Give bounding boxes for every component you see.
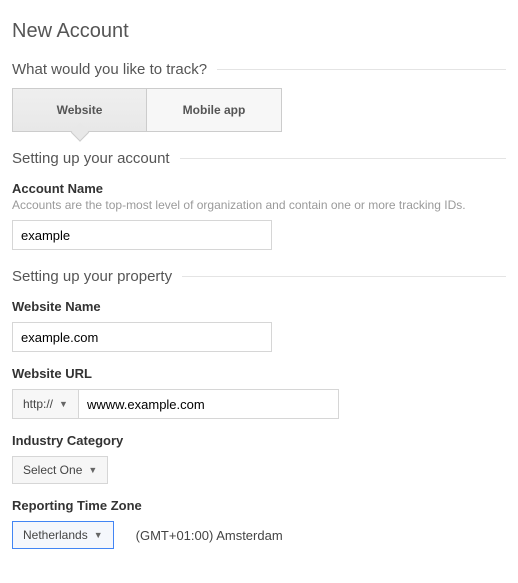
track-tabs: Website Mobile app [12,88,506,132]
chevron-down-icon: ▼ [94,530,103,540]
protocol-value: http:// [23,397,53,411]
property-section-head: Setting up your property [12,268,506,285]
divider [217,69,506,70]
page-title: New Account [12,20,506,43]
time-zone-value: (GMT+01:00) Amsterdam [136,528,283,543]
account-name-input[interactable] [12,220,272,250]
account-section-head: Setting up your account [12,150,506,167]
time-zone-country-value: Netherlands [23,528,88,542]
protocol-select[interactable]: http:// ▼ [12,389,79,419]
divider [182,276,506,277]
industry-category-select[interactable]: Select One ▼ [12,456,108,484]
website-url-input[interactable] [79,389,339,419]
track-heading: What would you like to track? [12,61,217,78]
tab-website-label: Website [57,103,103,117]
account-name-label: Account Name [12,181,506,196]
divider [180,158,506,159]
website-url-label: Website URL [12,366,506,381]
tab-mobile-app[interactable]: Mobile app [147,88,282,132]
property-heading: Setting up your property [12,268,182,285]
time-zone-country-select[interactable]: Netherlands ▼ [12,521,114,549]
website-name-input[interactable] [12,322,272,352]
reporting-time-zone-label: Reporting Time Zone [12,498,506,513]
industry-category-value: Select One [23,463,82,477]
tab-mobile-label: Mobile app [183,103,246,117]
account-name-helper: Accounts are the top-most level of organ… [12,198,506,212]
chevron-down-icon: ▼ [59,399,68,409]
track-section-head: What would you like to track? [12,61,506,78]
industry-category-label: Industry Category [12,433,506,448]
website-name-label: Website Name [12,299,506,314]
account-heading: Setting up your account [12,150,180,167]
tab-website[interactable]: Website [12,88,147,132]
chevron-down-icon: ▼ [88,465,97,475]
